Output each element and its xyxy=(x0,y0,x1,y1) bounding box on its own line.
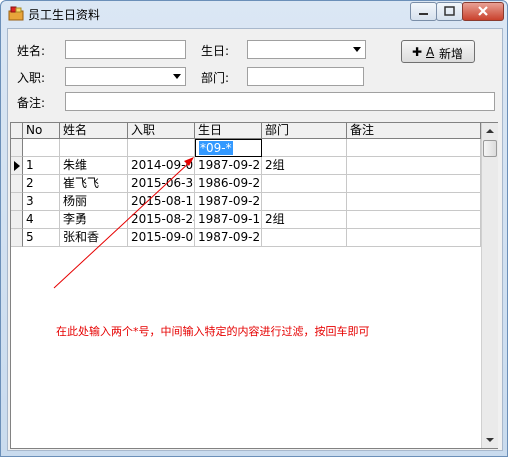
close-icon xyxy=(478,6,488,16)
client-area: 姓名: 生日: ✚ A 新增 入职: 部门: 备注: No 姓名 入职 生日 部… xyxy=(7,28,503,451)
close-button[interactable] xyxy=(462,2,504,21)
maximize-button[interactable] xyxy=(436,2,463,21)
annotation-text: 在此处输入两个*号，中间输入特定的内容进行过滤，按回车即可 xyxy=(56,325,370,338)
annotation-arrow xyxy=(53,157,194,289)
window-title: 员工生日资料 xyxy=(28,8,101,22)
app-folder-icon xyxy=(8,6,24,21)
maximize-icon xyxy=(444,6,455,16)
minimize-button[interactable] xyxy=(410,2,437,21)
minimize-icon xyxy=(419,13,428,15)
title-bar[interactable]: 员工生日资料 xyxy=(1,1,507,25)
app-window: 员工生日资料 姓名: 生日: ✚ A 新增 入职: 部门: 备注: No 姓名 … xyxy=(0,0,508,457)
